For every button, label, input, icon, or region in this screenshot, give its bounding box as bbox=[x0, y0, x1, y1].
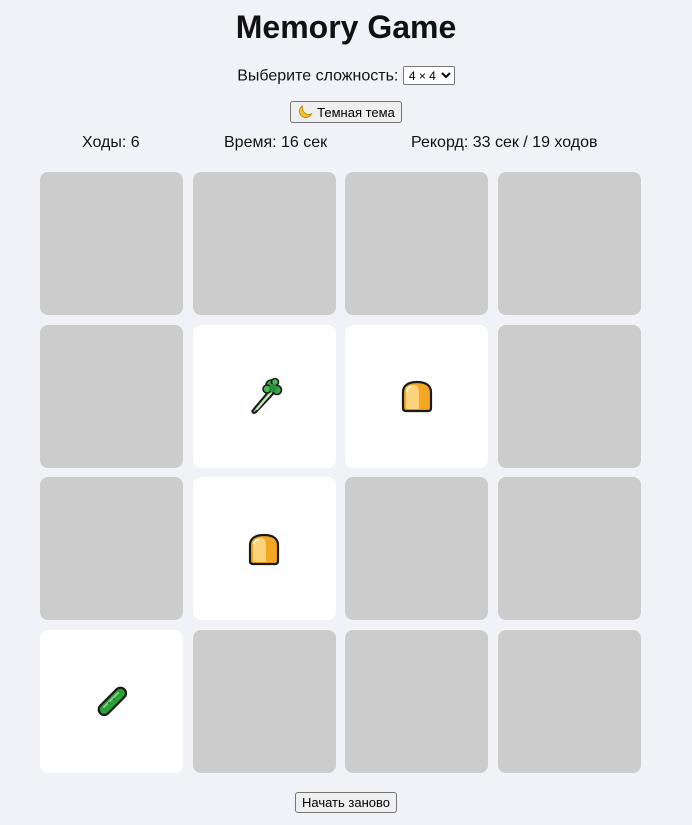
cucumber-icon bbox=[92, 681, 132, 721]
card-15[interactable] bbox=[345, 629, 489, 773]
card-3[interactable] bbox=[345, 172, 489, 315]
card-9[interactable] bbox=[40, 477, 183, 621]
card-5[interactable] bbox=[40, 324, 183, 468]
timer: Время: 16 сек bbox=[224, 134, 328, 151]
page-title: Memory Game bbox=[235, 9, 457, 45]
card-4[interactable] bbox=[497, 172, 641, 315]
moves-counter: Ходы: 6 bbox=[82, 134, 140, 151]
difficulty-select[interactable]: 4 × 4 bbox=[402, 66, 455, 85]
card-1[interactable] bbox=[40, 172, 183, 315]
stats-bar: Ходы: 6 Время: 16 сек Рекорд: 33 сек / 1… bbox=[0, 133, 692, 153]
card-16[interactable] bbox=[497, 629, 641, 773]
card-14[interactable] bbox=[192, 629, 336, 773]
bread-icon bbox=[244, 529, 284, 569]
moon-icon bbox=[299, 105, 313, 118]
card-10[interactable] bbox=[192, 477, 336, 621]
card-11[interactable] bbox=[345, 477, 489, 621]
difficulty-label: Выберите сложность: bbox=[237, 67, 399, 85]
card-13[interactable] bbox=[40, 629, 183, 773]
card-12[interactable] bbox=[497, 477, 641, 621]
restart-label: Начать заново bbox=[302, 795, 390, 810]
dark-theme-button[interactable]: Темная тема bbox=[290, 101, 402, 123]
record: Рекорд: 33 сек / 19 ходов bbox=[411, 134, 598, 151]
celery-icon bbox=[244, 376, 284, 416]
game-board bbox=[40, 172, 641, 773]
difficulty-row: Выберите сложность: 4 × 4 bbox=[0, 66, 692, 87]
card-2[interactable] bbox=[192, 172, 336, 315]
bread-icon bbox=[397, 376, 437, 416]
restart-button[interactable]: Начать заново bbox=[295, 792, 397, 813]
card-6[interactable] bbox=[192, 324, 336, 468]
dark-theme-label: Темная тема bbox=[317, 104, 395, 120]
card-7[interactable] bbox=[345, 324, 489, 468]
card-8[interactable] bbox=[497, 324, 641, 468]
